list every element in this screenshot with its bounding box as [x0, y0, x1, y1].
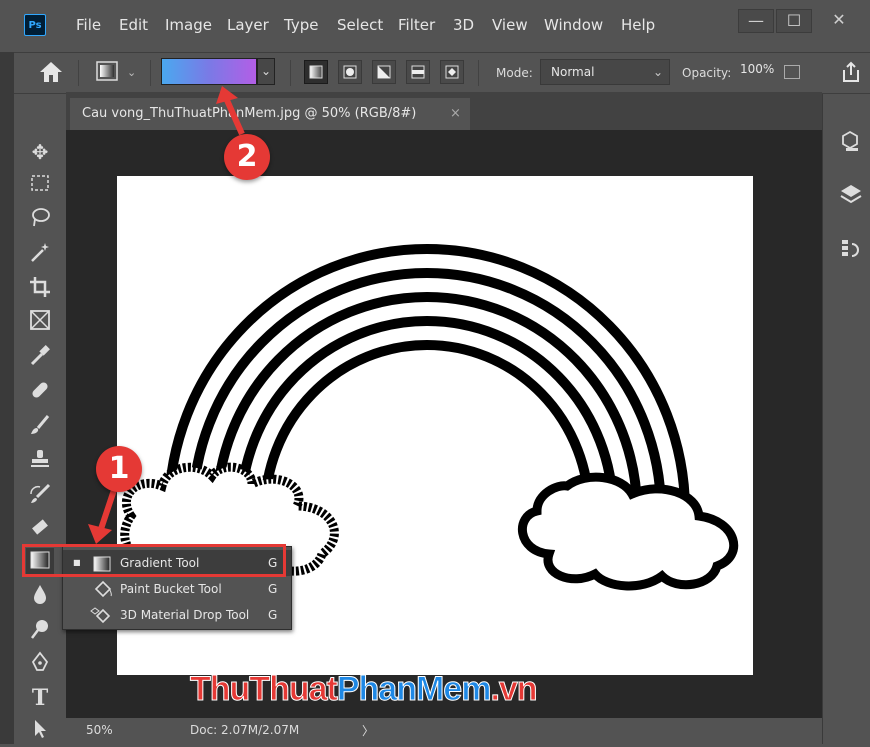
status-bar: 50% Doc: 2.07M/2.07M 〉 [66, 718, 822, 744]
healing-brush-tool-icon[interactable] [26, 378, 54, 406]
angle-gradient-button[interactable] [372, 60, 396, 84]
linear-gradient-button[interactable] [304, 60, 328, 84]
move-tool-icon[interactable]: ✥ [26, 138, 54, 166]
crop-tool-icon[interactable] [26, 275, 54, 303]
photoshop-logo: Ps [24, 14, 46, 36]
flyout-item-3d-material-drop[interactable]: 3D Material Drop Tool G [63, 602, 291, 628]
dodge-tool-icon[interactable] [26, 617, 54, 645]
separator [478, 60, 479, 86]
history-brush-tool-icon[interactable] [26, 482, 54, 510]
share-icon[interactable] [838, 59, 864, 89]
3d-material-drop-icon [89, 606, 113, 633]
step-badge-2: 2 [224, 134, 270, 180]
path-selection-tool-icon[interactable] [26, 716, 54, 744]
flyout-item-paint-bucket[interactable]: Paint Bucket Tool G [63, 576, 291, 602]
menu-type[interactable]: Type [284, 16, 318, 34]
lasso-tool-icon[interactable] [26, 205, 54, 233]
gradient-editor-swatch[interactable] [161, 58, 257, 85]
marquee-tool-icon[interactable] [26, 171, 54, 199]
separator [150, 60, 151, 86]
close-window-button[interactable]: ✕ [814, 9, 864, 31]
menu-file[interactable]: File [76, 16, 101, 34]
magic-wand-tool-icon[interactable] [26, 240, 54, 268]
close-tab-icon[interactable]: × [450, 98, 461, 130]
menu-select[interactable]: Select [337, 16, 383, 34]
type-tool-icon[interactable]: T [26, 684, 54, 712]
reflected-gradient-button[interactable] [406, 60, 430, 84]
watermark-part-3: .vn [490, 670, 538, 709]
mode-label: Mode: [496, 66, 533, 80]
zoom-level[interactable]: 50% [86, 723, 113, 737]
left-edge [0, 0, 14, 744]
menu-image[interactable]: Image [165, 16, 212, 34]
home-icon[interactable] [38, 60, 64, 88]
mode-select[interactable]: Normal ⌄ [540, 59, 670, 85]
flyout-shortcut: G [268, 582, 278, 596]
document-tab[interactable]: Cau vong_ThuThuatPhanMem.jpg @ 50% (RGB/… [70, 98, 470, 130]
maximize-button[interactable]: ☐ [776, 9, 812, 33]
gradient-picker-chevron-icon[interactable]: ⌄ [257, 58, 275, 85]
menu-help[interactable]: Help [621, 16, 655, 34]
tool-preset-picker-icon[interactable] [96, 61, 118, 85]
separator [290, 60, 291, 86]
status-menu-arrow[interactable]: 〉 [362, 722, 374, 739]
menu-filter[interactable]: Filter [398, 16, 435, 34]
minimize-button[interactable]: — [738, 9, 774, 33]
site-watermark: ThuThuatPhanMem.vn [190, 670, 539, 709]
pen-tool-icon[interactable] [26, 650, 54, 678]
frame-tool-icon[interactable] [26, 308, 54, 336]
diamond-gradient-button[interactable] [440, 60, 464, 84]
eraser-tool-icon[interactable] [26, 515, 54, 543]
mode-value: Normal [551, 65, 595, 79]
opacity-label: Opacity: [682, 66, 732, 80]
layers-panel-icon[interactable] [838, 182, 864, 212]
doc-size-info: Doc: 2.07M/2.07M [190, 723, 300, 737]
eyedropper-tool-icon[interactable] [26, 343, 54, 371]
opacity-slider-button[interactable] [784, 65, 800, 79]
3d-panel-icon[interactable] [838, 128, 864, 158]
highlight-box [22, 544, 286, 577]
menu-layer[interactable]: Layer [227, 16, 269, 34]
watermark-part-2: PhanMem [336, 670, 492, 709]
blur-tool-icon[interactable] [26, 582, 54, 610]
history-panel-icon[interactable] [838, 236, 864, 266]
flyout-label: Paint Bucket Tool [120, 582, 222, 596]
separator [78, 60, 79, 86]
brush-tool-icon[interactable] [26, 413, 54, 441]
menu-edit[interactable]: Edit [119, 16, 148, 34]
menu-3d[interactable]: 3D [453, 16, 474, 34]
flyout-shortcut: G [268, 608, 278, 622]
menu-window[interactable]: Window [544, 16, 603, 34]
menu-view[interactable]: View [492, 16, 528, 34]
radial-gradient-button[interactable] [338, 60, 362, 84]
chevron-down-icon: ⌄ [652, 65, 663, 79]
step-badge-1: 1 [96, 446, 142, 492]
chevron-down-icon[interactable]: ⌄ [127, 66, 136, 79]
flyout-label: 3D Material Drop Tool [120, 608, 250, 622]
opacity-input[interactable]: 100% [740, 62, 774, 76]
clone-stamp-tool-icon[interactable] [26, 447, 54, 475]
watermark-part-1: ThuThuat [190, 670, 339, 709]
